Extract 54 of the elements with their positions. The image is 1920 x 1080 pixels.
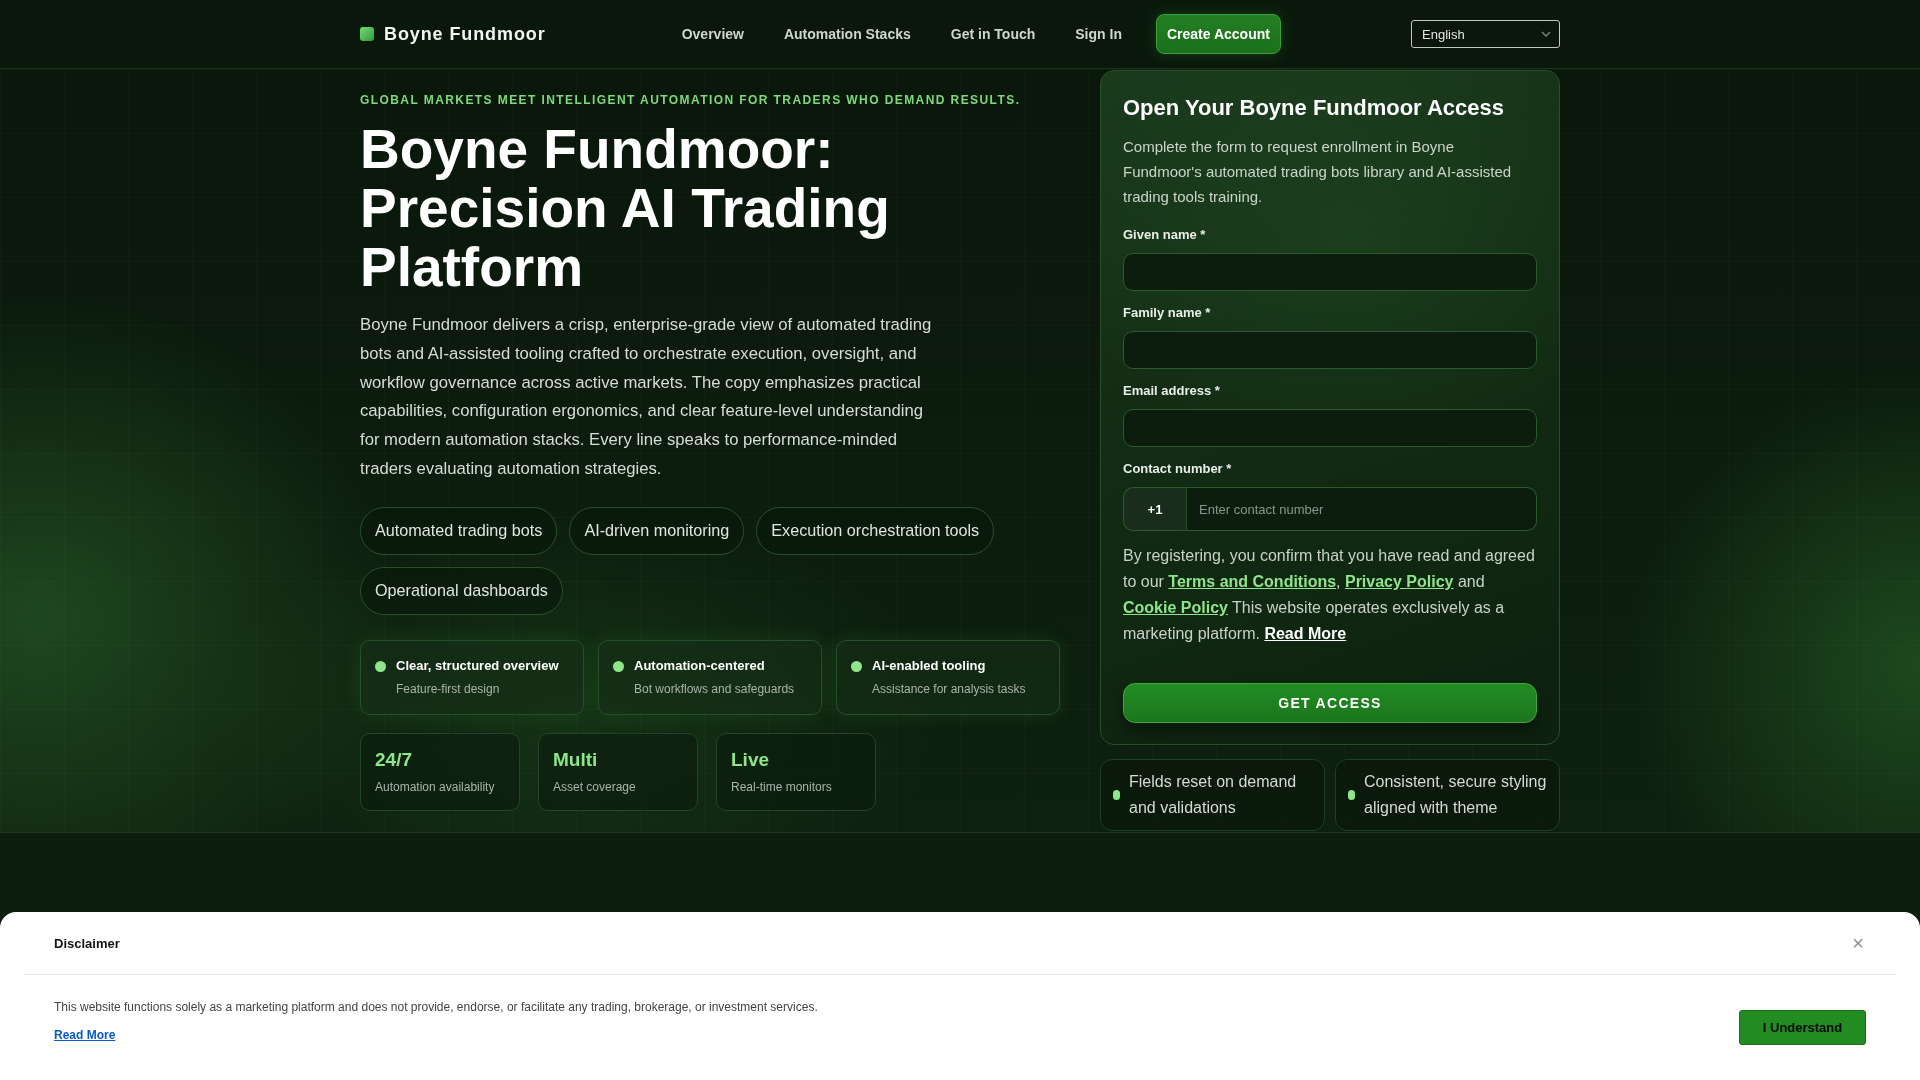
chevron-down-icon [1541,31,1551,37]
feature-chip: AI-driven monitoring [569,506,745,555]
read-more-link[interactable]: Read More [1264,625,1347,642]
hero-heading: Boyne Fundmoor: Precision AI Trading Platform [360,120,891,297]
disclaimer-title: Disclaimer [54,935,120,951]
field-label: Email address * [1123,383,1221,399]
form-description: Complete the form to request enrollment in Boyne Fundmoor's automated trading bots library and AI-assisted trading tools training. [1123,137,1513,207]
stat-value: 24/7 [375,748,413,771]
field-label: Family name * [1123,305,1212,321]
dot-icon [375,660,386,672]
stat-value: Live [731,748,771,771]
field-label: Given name * [1123,227,1207,243]
feature-title: Clear, structured overview [396,656,559,675]
dot-icon [613,660,624,672]
nav-link[interactable]: Get in Touch [944,18,1042,50]
feature-chip: Operational dashboards [360,566,563,615]
consent-text: By registering, you confirm that you have read and agreed to our Terms and Conditions, Privacy Policy and Cookie Policy This website operates exclusively as a marketing platform. Read More [1123,546,1536,644]
create-account-button[interactable]: Create Account [1155,14,1281,54]
nav-link[interactable]: Automation Stacks [777,18,917,50]
input-field[interactable] [1123,253,1537,291]
nav-link[interactable]: Sign In [1069,18,1128,50]
feature-subtitle: Bot workflows and safeguards [634,680,795,697]
feature-subtitle: Assistance for analysis tasks [872,680,1026,697]
feature-title: Automation-centered [634,656,766,675]
get-access-button[interactable]: GET ACCESS [1123,683,1537,723]
tagline: GLOBAL MARKETS MEET INTELLIGENT AUTOMATION FOR TRADERS WHO DEMAND RESULTS. [360,93,1022,108]
logo-icon [360,27,374,41]
close-button[interactable]: × [1850,933,1866,953]
note-text: Consistent, secure styling aligned with theme [1364,771,1548,818]
note-text: Fields reset on demand and validations [1129,771,1298,818]
feature-chip: Execution orchestration tools [756,506,995,555]
policy-link[interactable]: Cookie Policy [1123,599,1228,616]
feature-title: AI-enabled tooling [872,656,987,675]
stat-value: Multi [553,748,599,771]
phone-input[interactable]: Enter contact number [1187,487,1537,531]
disclaimer-text: This website functions solely as a marketing platform and does not provide, endorse, or facilitate any trading, brokerage, or investment services. [54,999,818,1016]
stat-label: Asset coverage [553,778,637,795]
stat-label: Automation availability [375,778,496,795]
input-field[interactable] [1123,331,1537,369]
field-label: Contact number * [1123,461,1233,477]
feature-subtitle: Feature-first design [396,680,501,697]
language-select[interactable]: English [1411,20,1560,48]
hero-description: Boyne Fundmoor delivers a crisp, enterprise-grade view of automated trading bots and AI-assisted tooling crafted to orchestrate execution, oversight, and workflow governance across active markets. The copy emphasizes practical capabilities, configuration ergonomics, and clear feature-level understanding for modern automation stacks. Every line speaks to performance-minded traders evaluating automation strategies. [360,314,933,480]
brand-name: Boyne Fundmoor [384,23,546,45]
policy-link[interactable]: Privacy Policy [1344,573,1454,590]
dot-icon [851,660,862,672]
stat-label: Real-time monitors [731,778,833,795]
understand-button[interactable]: I Understand [1739,1010,1866,1045]
feature-chip: Automated trading bots [360,506,558,555]
read-more-link[interactable]: Read More [54,1028,116,1042]
nav-link[interactable]: Overview [675,18,750,50]
input-field[interactable] [1123,409,1537,447]
country-code: +1 [1123,487,1187,531]
form-title: Open Your Boyne Fundmoor Access [1123,94,1505,122]
